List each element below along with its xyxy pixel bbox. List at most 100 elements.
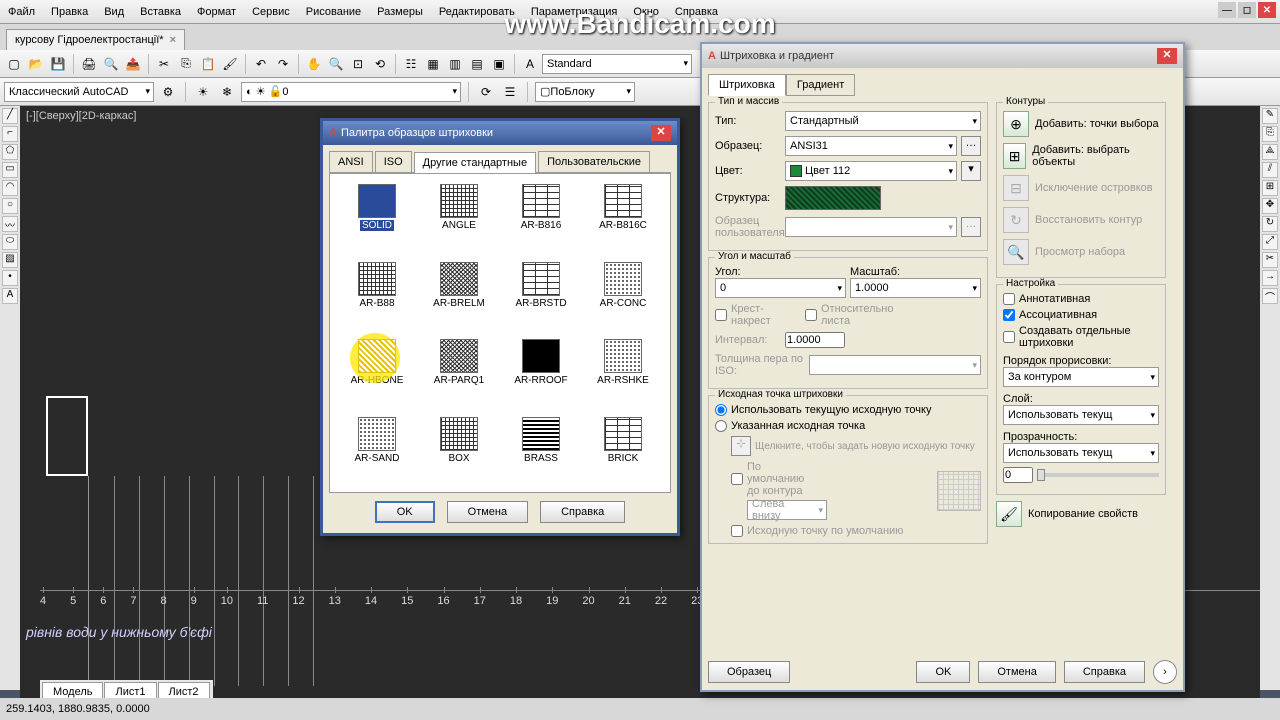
fillet-icon[interactable]: ⌒ (1262, 288, 1278, 304)
menu-dims[interactable]: Размеры (377, 6, 423, 18)
mtext-icon[interactable]: A (2, 288, 18, 304)
angle-combo[interactable]: 0 (715, 278, 846, 298)
publish-icon[interactable]: 📤 (123, 54, 143, 74)
pattern-brass[interactable]: BRASS (504, 417, 578, 483)
color-combo[interactable]: Цвет 112 (785, 161, 957, 181)
tab-hatch[interactable]: Штриховка (708, 74, 786, 96)
pattern-ar-conc[interactable]: AR-CONC (586, 262, 660, 328)
close-icon[interactable]: ✕ (1157, 48, 1177, 64)
pattern-ar-b816[interactable]: AR-B816 (504, 184, 578, 250)
pattern-box[interactable]: BOX (422, 417, 496, 483)
annotative-checkbox[interactable] (1003, 293, 1015, 305)
help-button[interactable]: Справка (540, 501, 625, 523)
pline-icon[interactable]: ⌐ (2, 126, 18, 142)
layer-state-icon[interactable]: ☰ (500, 82, 520, 102)
tab-ansi[interactable]: ANSI (329, 151, 373, 172)
sheetset-icon[interactable]: ▤ (467, 54, 487, 74)
array-icon[interactable]: ⊞ (1262, 180, 1278, 196)
pattern-ar-rroof[interactable]: AR-RROOF (504, 339, 578, 405)
menu-draw[interactable]: Рисование (306, 6, 361, 18)
print-icon[interactable]: 🖨 (79, 54, 99, 74)
pattern-combo[interactable]: ANSI31 (785, 136, 957, 156)
inherit-button[interactable]: 🖌 (996, 501, 1022, 527)
browse-button[interactable]: … (961, 136, 981, 156)
separate-checkbox[interactable] (1003, 331, 1015, 343)
copy-icon[interactable]: ⎘ (176, 54, 196, 74)
help-button[interactable]: Справка (1064, 661, 1145, 683)
maximize-button[interactable]: ◻ (1238, 2, 1256, 18)
toolpalette-icon[interactable]: ▥ (445, 54, 465, 74)
circle-icon[interactable]: ○ (2, 198, 18, 214)
minimize-button[interactable]: — (1218, 2, 1236, 18)
menu-edit[interactable]: Правка (51, 6, 88, 18)
mirror-icon[interactable]: ⟁ (1262, 144, 1278, 160)
pattern-solid[interactable]: SOLID (340, 184, 414, 250)
type-combo[interactable]: Стандартный (785, 111, 981, 131)
tab-gradient[interactable]: Градиент (786, 74, 855, 96)
rect-icon[interactable]: ▭ (2, 162, 18, 178)
draworder-combo[interactable]: За контуром (1003, 367, 1159, 387)
layer-combo[interactable]: ◐ ☀ 🔓 0 (241, 82, 461, 102)
textstyle-combo[interactable]: Standard (542, 54, 692, 74)
transparency-slider[interactable] (1037, 473, 1159, 477)
use-current-radio[interactable] (715, 404, 727, 416)
close-button[interactable]: ✕ (1258, 2, 1276, 18)
scale-icon[interactable]: ⤢ (1262, 234, 1278, 250)
trim-icon[interactable]: ✂ (1262, 252, 1278, 268)
menu-file[interactable]: Файл (8, 6, 35, 18)
cancel-button[interactable]: Отмена (447, 501, 528, 523)
menu-view[interactable]: Вид (104, 6, 124, 18)
transparency-field[interactable] (1003, 467, 1033, 483)
save-icon[interactable]: 💾 (48, 54, 68, 74)
move-icon[interactable]: ✥ (1262, 198, 1278, 214)
tab-user[interactable]: Пользовательские (538, 151, 650, 172)
tab-other[interactable]: Другие стандартные (414, 152, 536, 173)
offset-icon[interactable]: ⫽ (1262, 162, 1278, 178)
zoom-prev-icon[interactable]: ⟲ (370, 54, 390, 74)
zoom-icon[interactable]: 🔍 (326, 54, 346, 74)
pattern-ar-rshke[interactable]: AR-RSHKE (586, 339, 660, 405)
ellipse-icon[interactable]: ⬭ (2, 234, 18, 250)
specified-radio[interactable] (715, 420, 727, 432)
rotate-icon[interactable]: ↻ (1262, 216, 1278, 232)
designctr-icon[interactable]: ▦ (423, 54, 443, 74)
cut-icon[interactable]: ✂ (154, 54, 174, 74)
redo-icon[interactable]: ↷ (273, 54, 293, 74)
dialog-titlebar[interactable]: AПалитра образцов штриховки ✕ (323, 121, 677, 145)
point-icon[interactable]: • (2, 270, 18, 286)
ok-button[interactable]: OK (916, 661, 970, 683)
hatch-icon[interactable]: ▨ (2, 252, 18, 268)
pattern-ar-brelm[interactable]: AR-BRELM (422, 262, 496, 328)
pattern-brick[interactable]: BRICK (586, 417, 660, 483)
pattern-ar-b88[interactable]: AR-B88 (340, 262, 414, 328)
copy-mod-icon[interactable]: ⎘ (1262, 126, 1278, 142)
workspace-combo[interactable]: Классический AutoCAD (4, 82, 154, 102)
close-tab-icon[interactable]: × (170, 34, 176, 46)
markup-icon[interactable]: ▣ (489, 54, 509, 74)
transparency-combo[interactable]: Использовать текущ (1003, 443, 1159, 463)
scale-combo[interactable]: 1.0000 (850, 278, 981, 298)
color-combo[interactable]: ▢ ПоБлоку (535, 82, 635, 102)
menu-service[interactable]: Сервис (252, 6, 290, 18)
layer-icon[interactable]: ☀ (193, 82, 213, 102)
pan-icon[interactable]: ✋ (304, 54, 324, 74)
line-icon[interactable]: ╱ (2, 108, 18, 124)
spline-icon[interactable]: 〰 (2, 216, 18, 232)
layer-prev-icon[interactable]: ⟳ (476, 82, 496, 102)
menu-format[interactable]: Формат (197, 6, 236, 18)
gear-icon[interactable]: ⚙ (158, 82, 178, 102)
dialog-titlebar[interactable]: AШтриховка и градиент ✕ (702, 44, 1183, 68)
expand-button[interactable]: › (1153, 660, 1177, 684)
tab-iso[interactable]: ISO (375, 151, 412, 172)
layer-freeze-icon[interactable]: ❄ (217, 82, 237, 102)
arc-icon[interactable]: ◠ (2, 180, 18, 196)
new-icon[interactable]: ▢ (4, 54, 24, 74)
pattern-ar-brstd[interactable]: AR-BRSTD (504, 262, 578, 328)
paste-icon[interactable]: 📋 (198, 54, 218, 74)
cancel-button[interactable]: Отмена (978, 661, 1055, 683)
zoom-window-icon[interactable]: ⊡ (348, 54, 368, 74)
pattern-ar-hbone[interactable]: AR-HBONE (340, 339, 414, 405)
preview-icon[interactable]: 🔍 (101, 54, 121, 74)
document-tab[interactable]: курсову Гідроелектростанції* × (6, 29, 185, 50)
pattern-ar-parq1[interactable]: AR-PARQ1 (422, 339, 496, 405)
